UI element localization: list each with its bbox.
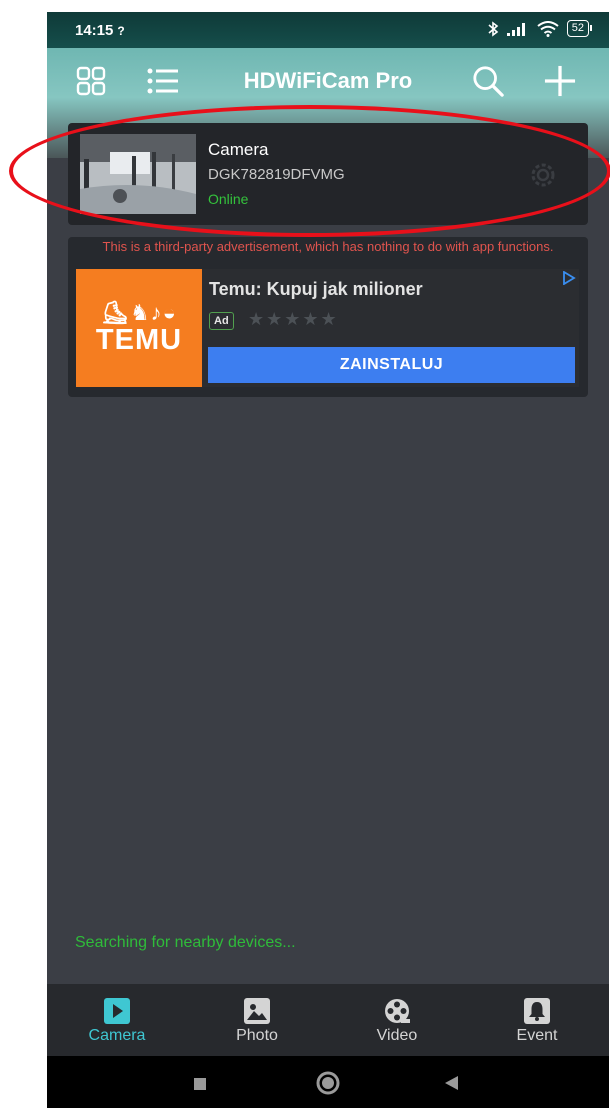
status-bar: 14:15? 52 (47, 12, 609, 48)
ad-label: Ad (209, 312, 234, 330)
battery-icon: 52 (566, 20, 593, 37)
nav-label-photo: Photo (236, 1027, 278, 1044)
bottom-nav: Camera Photo Video Event (47, 984, 609, 1056)
recents-button[interactable] (194, 1077, 206, 1095)
nav-item-video[interactable]: Video (347, 984, 447, 1056)
temu-logo-text: TEMU (95, 323, 183, 356)
nav-item-photo[interactable]: Photo (207, 984, 307, 1056)
image-icon (244, 998, 270, 1024)
plus-icon (544, 65, 576, 97)
wifi-question-icon: ? (117, 24, 125, 38)
search-icon (473, 66, 504, 97)
system-nav-bar (47, 1056, 609, 1108)
add-device-button[interactable] (544, 65, 576, 97)
wifi-icon (537, 20, 559, 37)
ad-disclaimer: This is a third-party advertisement, whi… (102, 239, 554, 254)
nav-label-camera: Camera (88, 1027, 146, 1044)
back-button[interactable] (445, 1076, 459, 1095)
ad-content[interactable]: ⛸♞♪◒ TEMU Temu: Kupuj jak milioner Ad ★★… (76, 269, 579, 387)
play-icon (104, 998, 130, 1024)
bell-icon (524, 998, 550, 1024)
install-button[interactable]: ZAINSTALUJ (208, 347, 575, 383)
highlight-ellipse (9, 105, 610, 237)
search-button[interactable] (472, 65, 504, 97)
app-title: HDWiFiCam Pro (243, 68, 413, 93)
signal-icon (506, 22, 525, 36)
status-icons: 52 (487, 20, 593, 37)
clock: 14:15 (75, 22, 114, 39)
circle-icon (316, 1071, 340, 1095)
film-reel-icon (385, 999, 410, 1023)
nav-item-event[interactable]: Event (487, 984, 587, 1056)
back-triangle-icon (445, 1076, 458, 1090)
bluetooth-icon (488, 20, 499, 37)
square-icon (194, 1078, 206, 1090)
home-button[interactable] (315, 1070, 341, 1101)
temu-logo: ⛸♞♪◒ TEMU (76, 269, 202, 387)
ad-rating-stars: ★★★★★ (248, 309, 339, 329)
search-status: Searching for nearby devices... (75, 934, 296, 951)
status-time: 14:15? (75, 22, 125, 39)
nav-item-camera[interactable]: Camera (67, 984, 167, 1056)
adchoices-icon[interactable] (562, 270, 576, 286)
nav-label-video: Video (376, 1027, 418, 1044)
ad-block[interactable]: This is a third-party advertisement, whi… (68, 237, 588, 397)
temu-logo-icons: ⛸♞♪◒ (101, 299, 177, 325)
ad-title: Temu: Kupuj jak milioner (209, 279, 423, 299)
nav-label-event: Event (516, 1027, 558, 1044)
